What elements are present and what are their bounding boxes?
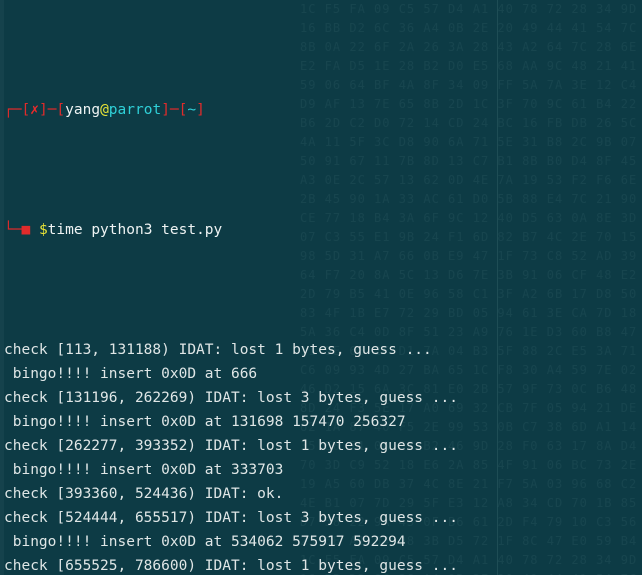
output-line: bingo!!!! insert 0x0D at 131698 157470 2…	[4, 414, 406, 430]
prompt-separator-2: ─	[169, 102, 179, 118]
output-line: bingo!!!! insert 0x0D at 333703	[4, 462, 284, 478]
prompt-user-open-bracket: [	[56, 102, 66, 118]
prompt-username: yang	[65, 102, 101, 118]
command-output: check [113, 131188) IDAT: lost 1 bytes, …	[4, 338, 642, 575]
output-line: check [113, 131188) IDAT: lost 1 bytes, …	[4, 342, 432, 358]
terminal-window[interactable]: 1C F5 FA 09 C5 57 D4 A1 40 78 72 28 34 9…	[0, 0, 642, 575]
prompt-at-symbol: @	[100, 102, 109, 118]
prompt-command-gap	[30, 222, 39, 238]
output-line: bingo!!!! insert 0x0D at 534062 575917 5…	[4, 534, 406, 550]
shell-prompt-line-top: ┌─[✗]─[yang@parrot]─[~]	[4, 98, 642, 122]
output-line: check [262277, 393352) IDAT: lost 1 byte…	[4, 438, 458, 454]
prompt-corner-top-icon: ┌─	[4, 102, 22, 118]
output-line: check [524444, 655517) IDAT: lost 3 byte…	[4, 510, 458, 526]
prompt-user-close-bracket: ]	[161, 102, 170, 118]
prompt-hostname: parrot	[108, 102, 162, 118]
prompt-corner-bottom-icon: └─	[4, 222, 22, 238]
prompt-dollar-sign: $	[38, 222, 48, 238]
prompt-bullet-icon: ■	[21, 222, 31, 238]
prompt-path-close-bracket: ]	[196, 102, 205, 118]
prompt-status-cross-icon: ✗	[30, 102, 39, 118]
terminal-screen[interactable]: ┌─[✗]─[yang@parrot]─[~] └─■ $time python…	[0, 0, 642, 575]
output-line: check [655525, 786600) IDAT: lost 1 byte…	[4, 558, 458, 574]
output-line: check [131196, 262269) IDAT: lost 3 byte…	[4, 390, 458, 406]
shell-command-text[interactable]: time python3 test.py	[48, 222, 223, 238]
prompt-path: ~	[187, 102, 197, 118]
shell-command-line[interactable]: └─■ $time python3 test.py	[4, 218, 642, 242]
prompt-status-close-bracket: ]	[38, 102, 48, 118]
output-line: check [393360, 524436) IDAT: ok.	[4, 486, 284, 502]
output-line: bingo!!!! insert 0x0D at 666	[4, 366, 258, 382]
prompt-status-open-bracket: [	[21, 102, 31, 118]
